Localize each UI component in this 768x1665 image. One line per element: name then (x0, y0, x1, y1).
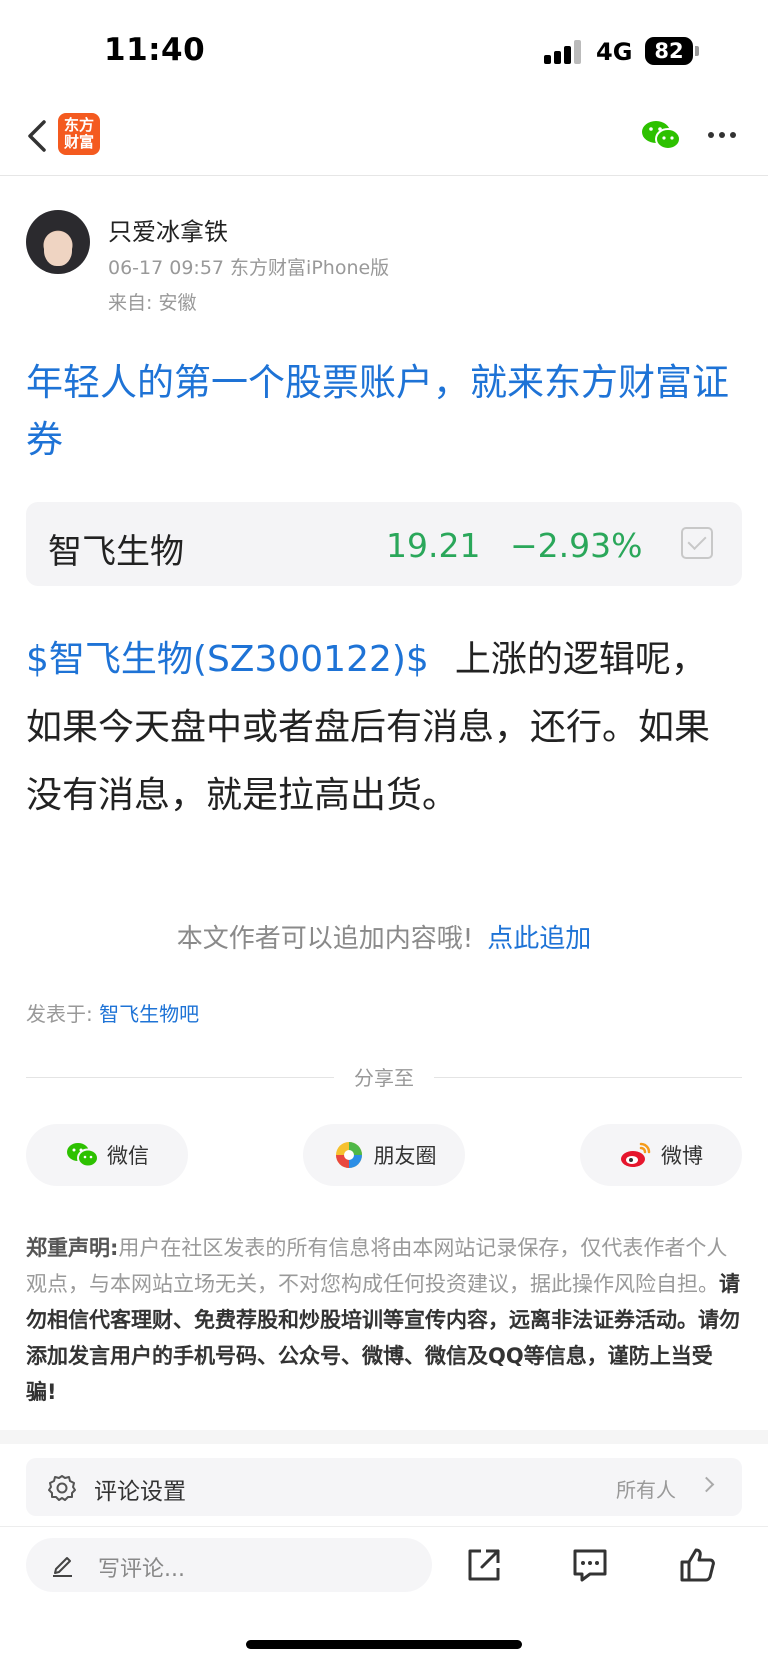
share-wechat-label: 微信 (107, 1144, 149, 1168)
stock-bar-link[interactable]: 智飞生物吧 (99, 1002, 199, 1026)
author-name[interactable]: 只爱冰拿铁 (108, 212, 228, 247)
disclaimer-heading: 郑重声明: (26, 1236, 119, 1260)
stock-card[interactable]: 智飞生物 19.21 −2.93% (26, 502, 742, 586)
wechat-icon[interactable] (640, 118, 682, 152)
share-moments-label: 朋友圈 (373, 1144, 437, 1168)
append-prompt: 本文作者可以追加内容哦! 点此追加 (0, 918, 768, 955)
share-out-icon[interactable] (464, 1545, 504, 1585)
network-label: 4G (596, 38, 633, 66)
append-link[interactable]: 点此追加 (487, 924, 591, 954)
share-moments-button[interactable]: 朋友圈 (303, 1124, 465, 1186)
comment-placeholder: 写评论... (98, 1557, 185, 1582)
post-meta: 06-17 09:57 东方财富iPhone版 (108, 257, 390, 279)
logo-text-top: 东方 (63, 116, 94, 134)
stock-name: 智飞生物 (48, 532, 184, 572)
back-icon[interactable] (24, 116, 54, 156)
comment-settings-label: 评论设置 (94, 1479, 186, 1505)
pen-icon (53, 1557, 72, 1577)
append-text: 本文作者可以追加内容哦! (176, 924, 474, 954)
chevron-right-icon (698, 1476, 715, 1493)
comment-settings-row[interactable]: 评论设置 所有人 (26, 1458, 742, 1516)
moments-icon (335, 1142, 362, 1168)
published-in: 发表于: 智飞生物吧 (26, 998, 199, 1027)
post-title[interactable]: 年轻人的第一个股票账户，就来东方财富证券 (26, 354, 742, 468)
toolbar-divider (0, 1526, 768, 1527)
avatar[interactable] (26, 210, 90, 274)
weibo-icon (621, 1142, 651, 1167)
post-body: $智飞生物(SZ300122)$ 上涨的逻辑呢，如果今天盘中或者盘后有消息，还行。… (26, 626, 742, 830)
stock-link[interactable]: $智飞生物(SZ300122)$ (26, 639, 429, 680)
gear-icon (48, 1475, 76, 1501)
wechat-icon (67, 1143, 99, 1168)
section-separator (0, 1430, 768, 1444)
share-wechat-button[interactable]: 微信 (26, 1124, 188, 1186)
more-icon[interactable] (708, 130, 738, 140)
share-weibo-label: 微博 (661, 1144, 703, 1168)
nav-bar: 东方 财富 (0, 100, 768, 176)
disclaimer-text: 用户在社区发表的所有信息将由本网站记录保存，仅代表作者个人观点，与本网站立场无关… (26, 1236, 728, 1296)
stock-price: 19.21 (386, 526, 481, 565)
status-time: 11:40 (104, 32, 206, 68)
add-watchlist-icon[interactable] (681, 527, 713, 559)
home-indicator (246, 1640, 522, 1649)
status-bar: 11:40 4G 82 (0, 0, 768, 100)
comment-input[interactable]: 写评论... (26, 1538, 432, 1592)
share-weibo-button[interactable]: 微博 (580, 1124, 742, 1186)
published-label: 发表于: (26, 1002, 100, 1026)
app-logo[interactable]: 东方 财富 (58, 113, 100, 155)
share-title: 分享至 (354, 1066, 414, 1090)
comment-icon[interactable] (570, 1545, 610, 1585)
disclaimer: 郑重声明:用户在社区发表的所有信息将由本网站记录保存，仅代表作者个人观点，与本网… (26, 1230, 742, 1410)
battery-icon: 82 (645, 37, 693, 65)
post-location: 来自: 安徽 (108, 292, 197, 314)
comment-settings-value: 所有人 (616, 1478, 676, 1502)
signal-icon (544, 40, 584, 64)
stock-change: −2.93% (510, 526, 643, 565)
like-icon[interactable] (678, 1545, 718, 1585)
battery-nub (695, 46, 699, 56)
logo-text-bottom: 财富 (63, 133, 94, 151)
